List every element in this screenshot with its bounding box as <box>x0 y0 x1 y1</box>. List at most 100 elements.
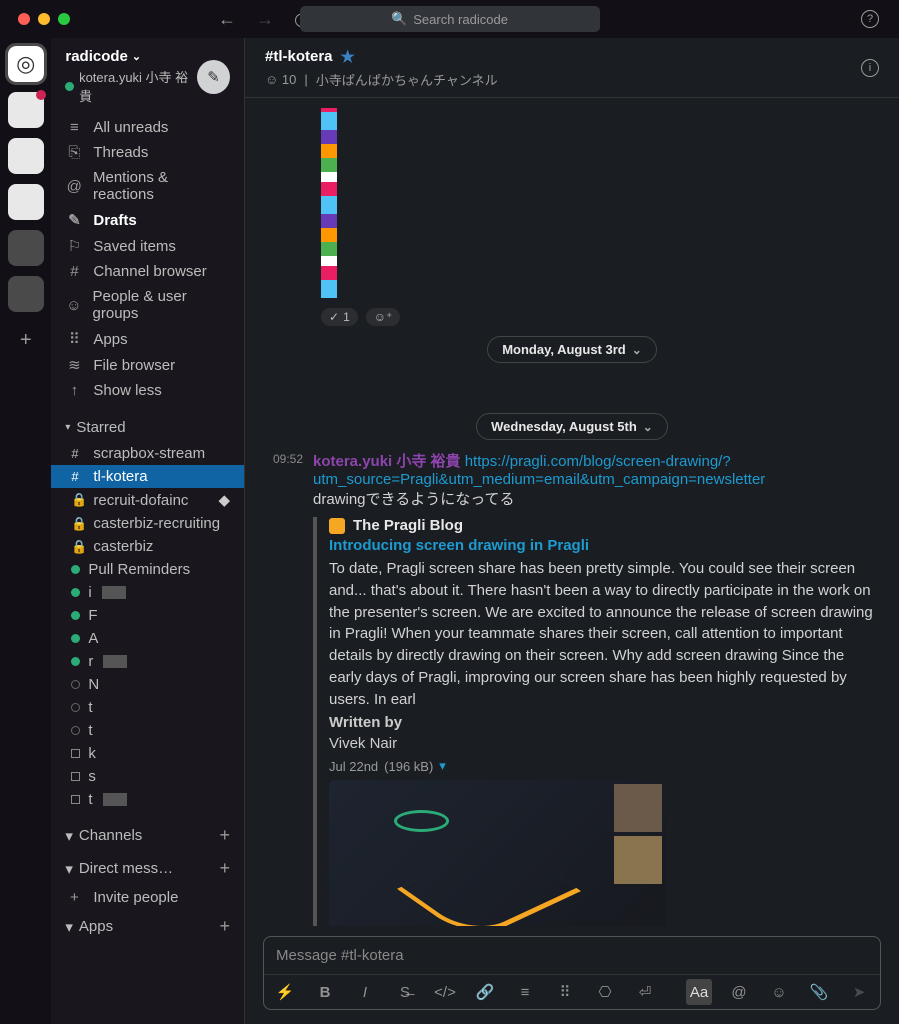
channel-label: t <box>88 722 92 739</box>
link-button[interactable]: 🔗 <box>472 979 498 1005</box>
user-status[interactable]: kotera.yuki 小寺 裕貴 <box>65 67 197 105</box>
add-dm-button[interactable]: + <box>219 858 230 879</box>
channel-item[interactable]: 🔒recruit-dofainc◆ <box>51 488 244 512</box>
nav-icon: ⚐ <box>65 237 83 255</box>
bold-button[interactable]: B <box>312 979 338 1005</box>
back-button[interactable]: ← <box>218 9 236 30</box>
channel-details-button[interactable]: i <box>861 59 879 77</box>
help-button[interactable]: ? <box>861 10 879 28</box>
section-dms[interactable]: ▾Direct mess… <box>65 860 173 878</box>
star-icon[interactable]: ★ <box>341 47 355 67</box>
window-controls <box>18 13 70 25</box>
reaction[interactable]: ✓ 1 <box>321 308 358 326</box>
minimize-icon[interactable] <box>38 13 50 25</box>
add-app-button[interactable]: + <box>219 916 230 937</box>
ordered-list-button[interactable]: ≡ <box>512 979 538 1005</box>
unfurl-image[interactable] <box>329 780 666 926</box>
code-button[interactable]: </> <box>432 979 458 1005</box>
section-apps[interactable]: ▾Apps <box>65 918 113 936</box>
workspace-item[interactable] <box>8 138 44 174</box>
chevron-down-icon[interactable]: ▾ <box>439 758 446 774</box>
message-list[interactable]: ✓ 1 ☺⁺ Monday, August 3rd Wednesday, Aug… <box>245 98 899 926</box>
workspace-item-active[interactable]: ◎ <box>8 46 44 82</box>
sidebar-item-mentions-reactions[interactable]: @Mentions & reactions <box>51 165 244 207</box>
sidebar-item-file-browser[interactable]: ≋File browser <box>51 352 244 378</box>
italic-button[interactable]: I <box>352 979 378 1005</box>
sidebar-item-drafts[interactable]: ✎Drafts <box>51 207 244 233</box>
sidebar-item-show-less[interactable]: ↑Show less <box>51 378 244 403</box>
channel-topic[interactable]: 小寺ぱんぱかちゃんチャンネル <box>316 70 498 89</box>
attach-button[interactable]: 📎 <box>806 979 832 1005</box>
channel-item[interactable]: s <box>51 765 244 788</box>
presence-active-icon <box>71 565 80 574</box>
compose-button[interactable]: ✎ <box>197 60 230 94</box>
member-count[interactable]: ☺ 10 <box>265 72 296 87</box>
maximize-icon[interactable] <box>58 13 70 25</box>
channel-item[interactable]: 🔒casterbiz-recruiting <box>51 512 244 535</box>
quote-button[interactable]: ⎔ <box>592 979 618 1005</box>
channel-item[interactable]: #scrapbox-stream <box>51 442 244 465</box>
codeblock-button[interactable]: ⏎ <box>632 979 658 1005</box>
unfurl-title[interactable]: Introducing screen drawing in Pragli <box>329 537 879 554</box>
composer-input[interactable]: Message #tl-kotera <box>264 937 880 974</box>
date-divider[interactable]: Wednesday, August 5th <box>476 413 668 440</box>
forward-button[interactable]: → <box>256 9 274 30</box>
emoji-button[interactable]: ☺ <box>766 979 792 1005</box>
workspace-item[interactable] <box>8 92 44 128</box>
section-channels[interactable]: ▾Channels <box>65 827 142 845</box>
shortcuts-button[interactable]: ⚡ <box>272 979 298 1005</box>
sidebar-item-channel-browser[interactable]: #Channel browser <box>51 259 244 284</box>
close-icon[interactable] <box>18 13 30 25</box>
channel-item[interactable]: A <box>51 627 244 650</box>
add-channel-button[interactable]: + <box>219 825 230 846</box>
app-icon <box>71 749 80 758</box>
sidebar-item-people-user-groups[interactable]: ☺People & user groups <box>51 284 244 326</box>
nav-icon: ✎ <box>65 211 83 229</box>
message-timestamp[interactable]: 09:52 <box>265 450 303 926</box>
channel-name[interactable]: #tl-kotera★ <box>265 47 498 67</box>
section-starred[interactable]: ▾Starred <box>51 413 244 442</box>
strike-button[interactable]: S̶ <box>392 979 418 1005</box>
nav-icon: ⎘ <box>65 144 83 161</box>
channel-item[interactable]: k <box>51 742 244 765</box>
workspace-rail: ◎ + <box>0 38 51 1024</box>
channel-item[interactable]: Pull Reminders <box>51 558 244 581</box>
channel-item[interactable]: t <box>51 788 244 811</box>
workspace-item[interactable] <box>8 276 44 312</box>
channel-item[interactable]: 🔒casterbiz <box>51 535 244 558</box>
invite-people[interactable]: +Invite people <box>51 885 244 910</box>
channel-item[interactable]: r <box>51 650 244 673</box>
image-attachment[interactable] <box>321 108 337 298</box>
presence-away-icon <box>71 703 80 712</box>
channel-label: A <box>88 630 98 647</box>
channel-label: tl-kotera <box>93 468 147 485</box>
sidebar-item-all-unreads[interactable]: ≡All unreads <box>51 115 244 140</box>
channel-label: t <box>88 791 92 808</box>
workspace-item[interactable] <box>8 230 44 266</box>
workspace-name[interactable]: radicode ⌄ <box>65 48 197 65</box>
sidebar-item-apps[interactable]: ⠿Apps <box>51 326 244 352</box>
mention-button[interactable]: @ <box>726 979 752 1005</box>
channel-item[interactable]: t <box>51 696 244 719</box>
redacted <box>103 655 127 668</box>
workspace-item[interactable] <box>8 184 44 220</box>
message-author[interactable]: kotera.yuki 小寺 裕貴 <box>313 453 461 470</box>
search-input[interactable]: 🔍 Search radicode <box>300 6 600 32</box>
channel-item[interactable]: #tl-kotera <box>51 465 244 488</box>
message-composer: Message #tl-kotera ⚡ B I S̶ </> 🔗 ≡ ⠿ ⎔ … <box>263 936 881 1010</box>
channel-item[interactable]: t <box>51 719 244 742</box>
send-button[interactable]: ➤ <box>846 979 872 1005</box>
channel-item[interactable]: N <box>51 673 244 696</box>
channel-item[interactable]: i <box>51 581 244 604</box>
message: 09:52 kotera.yuki 小寺 裕貴 https://pragli.c… <box>265 450 879 926</box>
add-workspace-button[interactable]: + <box>8 322 44 358</box>
add-reaction-button[interactable]: ☺⁺ <box>366 308 401 326</box>
channel-label: i <box>88 584 91 601</box>
format-button[interactable]: Aa <box>686 979 712 1005</box>
section-label: Starred <box>76 419 125 436</box>
sidebar-item-saved-items[interactable]: ⚐Saved items <box>51 233 244 259</box>
date-divider[interactable]: Monday, August 3rd <box>487 336 657 363</box>
sidebar-item-threads[interactable]: ⎘Threads <box>51 140 244 165</box>
unordered-list-button[interactable]: ⠿ <box>552 979 578 1005</box>
channel-item[interactable]: F <box>51 604 244 627</box>
